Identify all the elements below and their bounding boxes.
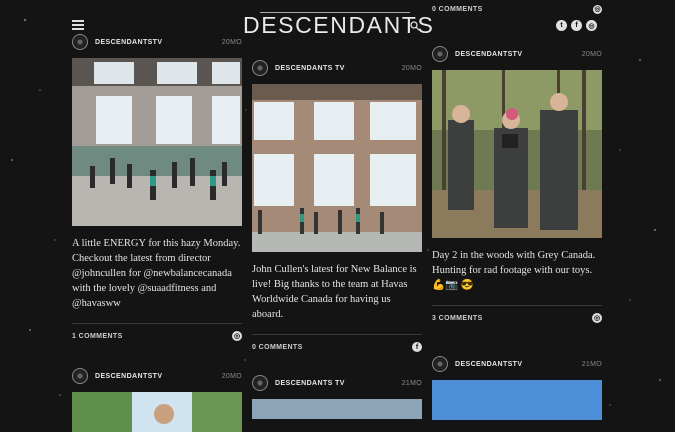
- social-links: t f ◎: [556, 20, 597, 31]
- post-image-dancers[interactable]: [72, 58, 242, 226]
- post-meta: DESCENDANTSTV 21MO: [432, 354, 602, 374]
- instagram-icon[interactable]: ◎: [586, 20, 597, 31]
- comments-link[interactable]: 0 COMMENTS: [432, 6, 483, 13]
- post-author[interactable]: DESCENDANTSTV: [455, 51, 522, 58]
- post-author[interactable]: DESCENDANTSTV: [455, 361, 522, 368]
- post-author[interactable]: DESCENDANTS TV: [275, 380, 345, 387]
- caption-emoji: 💪📷 😎: [432, 280, 474, 291]
- post-time: 20MO: [581, 50, 602, 58]
- comments-link[interactable]: 1 COMMENTS: [72, 333, 123, 340]
- post-caption: John Cullen's latest for New Balance is …: [252, 264, 417, 320]
- post-meta: DESCENDANTSTV 20MO: [72, 366, 242, 386]
- post-time: 21MO: [401, 379, 422, 387]
- post-meta: DESCENDANTSTV 20MO: [432, 44, 602, 64]
- post-meta: DESCENDANTSTV 20MO: [72, 32, 242, 52]
- post-caption: Day 2 in the woods with Grey Canada. Hun…: [432, 248, 602, 293]
- post-image-sky[interactable]: [432, 380, 602, 420]
- instagram-icon[interactable]: ◎: [593, 4, 602, 14]
- feed-column-2: DESCENDANTS TV 20MO John Cullen's latest…: [252, 58, 422, 419]
- post-image-outdoor[interactable]: [72, 392, 242, 432]
- post-meta: DESCENDANTS TV 20MO: [252, 58, 422, 78]
- caption-text: Day 2 in the woods with Grey Canada. Hun…: [432, 250, 596, 276]
- instagram-icon[interactable]: ◎: [232, 331, 242, 341]
- avatar: [72, 34, 88, 50]
- post-caption: A little ENERGY for this hazy Monday. Ch…: [72, 238, 241, 309]
- post-author[interactable]: DESCENDANTS TV: [275, 65, 345, 72]
- post-card: DESCENDANTSTV 20MO Day 2 in the woods wi…: [432, 44, 602, 330]
- post-author[interactable]: DESCENDANTSTV: [95, 373, 162, 380]
- post-time: 20MO: [221, 372, 242, 380]
- post-image-woods[interactable]: [432, 70, 602, 238]
- feed-column-1: DESCENDANTSTV 20MO A little ENERGY for t…: [72, 32, 242, 432]
- previous-post-footer: 0 COMMENTS ◎: [432, 2, 602, 16]
- hamburger-icon[interactable]: [72, 20, 84, 30]
- comments-link[interactable]: 0 COMMENTS: [252, 344, 303, 351]
- search-icon[interactable]: [410, 21, 420, 31]
- post-card: DESCENDANTS TV 20MO John Cullen's latest…: [252, 58, 422, 359]
- avatar: [432, 356, 448, 372]
- post-card: DESCENDANTSTV 20MO A little ENERGY for t…: [72, 32, 242, 348]
- avatar: [72, 368, 88, 384]
- post-footer: 3 COMMENTS ◎: [432, 306, 602, 330]
- post-meta: DESCENDANTS TV 21MO: [252, 373, 422, 393]
- post-footer: 0 COMMENTS f: [252, 335, 422, 359]
- post-footer: 1 COMMENTS ◎: [72, 324, 242, 348]
- avatar: [252, 375, 268, 391]
- post-card: DESCENDANTS TV 21MO: [252, 373, 422, 419]
- site-logo[interactable]: DESCENDANTS: [243, 12, 434, 39]
- avatar: [432, 46, 448, 62]
- comments-link[interactable]: 3 COMMENTS: [432, 315, 483, 322]
- post-card: DESCENDANTSTV 20MO: [72, 366, 242, 432]
- post-time: 21MO: [581, 360, 602, 368]
- post-time: 20MO: [401, 64, 422, 72]
- post-card: DESCENDANTSTV 21MO: [432, 354, 602, 420]
- facebook-icon[interactable]: f: [571, 20, 582, 31]
- facebook-icon[interactable]: f: [412, 342, 422, 352]
- post-time: 20MO: [221, 38, 242, 46]
- avatar: [252, 60, 268, 76]
- feed-column-3: DESCENDANTSTV 20MO Day 2 in the woods wi…: [432, 44, 602, 420]
- post-image-building[interactable]: [252, 399, 422, 419]
- post-author[interactable]: DESCENDANTSTV: [95, 39, 162, 46]
- post-image-warehouse[interactable]: [252, 84, 422, 252]
- twitter-icon[interactable]: t: [556, 20, 567, 31]
- instagram-icon[interactable]: ◎: [592, 313, 602, 323]
